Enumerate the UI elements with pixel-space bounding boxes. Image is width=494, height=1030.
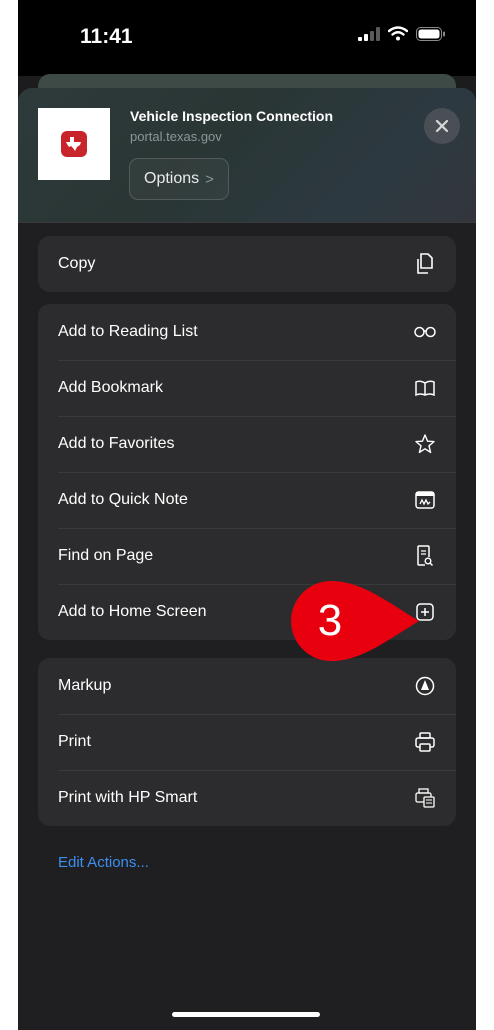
chevron-right-icon: > [205,170,214,188]
status-bar: 11:41 [18,0,476,76]
action-label: Add to Quick Note [58,491,188,508]
action-add-to-reading-list[interactable]: Add to Reading List [38,304,456,360]
star-icon [414,433,436,455]
site-url: portal.texas.gov [130,129,222,144]
action-label: Add to Reading List [58,323,198,340]
site-icon [38,108,110,180]
status-time: 11:41 [80,25,133,48]
action-print[interactable]: Print [38,714,456,770]
wifi-icon [388,26,408,41]
action-label: Find on Page [58,547,154,564]
action-group-print: Markup Print Print with HP Smart [38,658,456,826]
find-doc-icon [414,545,436,567]
step-callout: 3 [291,581,421,661]
action-label: Add to Favorites [58,435,175,452]
options-label: Options [144,170,200,187]
action-label: Markup [58,677,112,694]
action-markup[interactable]: Markup [38,658,456,714]
share-sheet-header: Vehicle Inspection Connection portal.tex… [18,88,476,223]
callout-number: 3 [317,596,343,645]
action-label: Print with HP Smart [58,789,198,806]
action-add-to-favorites[interactable]: Add to Favorites [38,416,456,472]
close-icon [435,119,449,133]
status-icons [358,26,446,41]
book-icon [414,377,436,399]
edit-actions-link[interactable]: Edit Actions... [58,854,149,871]
action-add-bookmark[interactable]: Add Bookmark [38,360,456,416]
action-label: Add Bookmark [58,379,163,396]
share-sheet: Vehicle Inspection Connection portal.tex… [18,88,476,1030]
battery-icon [416,26,445,41]
action-copy[interactable]: Copy [38,236,456,292]
hp-printer-icon [414,787,436,809]
phone-screen: 11:41 Vehicle Inspection Connection port… [18,0,476,1030]
action-label: Copy [58,255,96,272]
copy-icon [414,253,436,275]
glasses-icon [414,321,436,343]
cellular-signal-icon [358,26,380,41]
home-indicator [172,1012,320,1017]
quick-note-icon [414,489,436,511]
action-group-copy: Copy [38,236,456,292]
action-label: Print [58,733,91,750]
texas-logo-icon [61,131,87,157]
action-add-to-quick-note[interactable]: Add to Quick Note [38,472,456,528]
printer-icon [414,731,436,753]
site-title: Vehicle Inspection Connection [130,108,334,124]
action-print-with-hp-smart[interactable]: Print with HP Smart [38,770,456,826]
markup-pen-icon [414,675,436,697]
options-button[interactable]: Options > [129,158,229,200]
close-button[interactable] [424,108,460,144]
action-find-on-page[interactable]: Find on Page [38,528,456,584]
